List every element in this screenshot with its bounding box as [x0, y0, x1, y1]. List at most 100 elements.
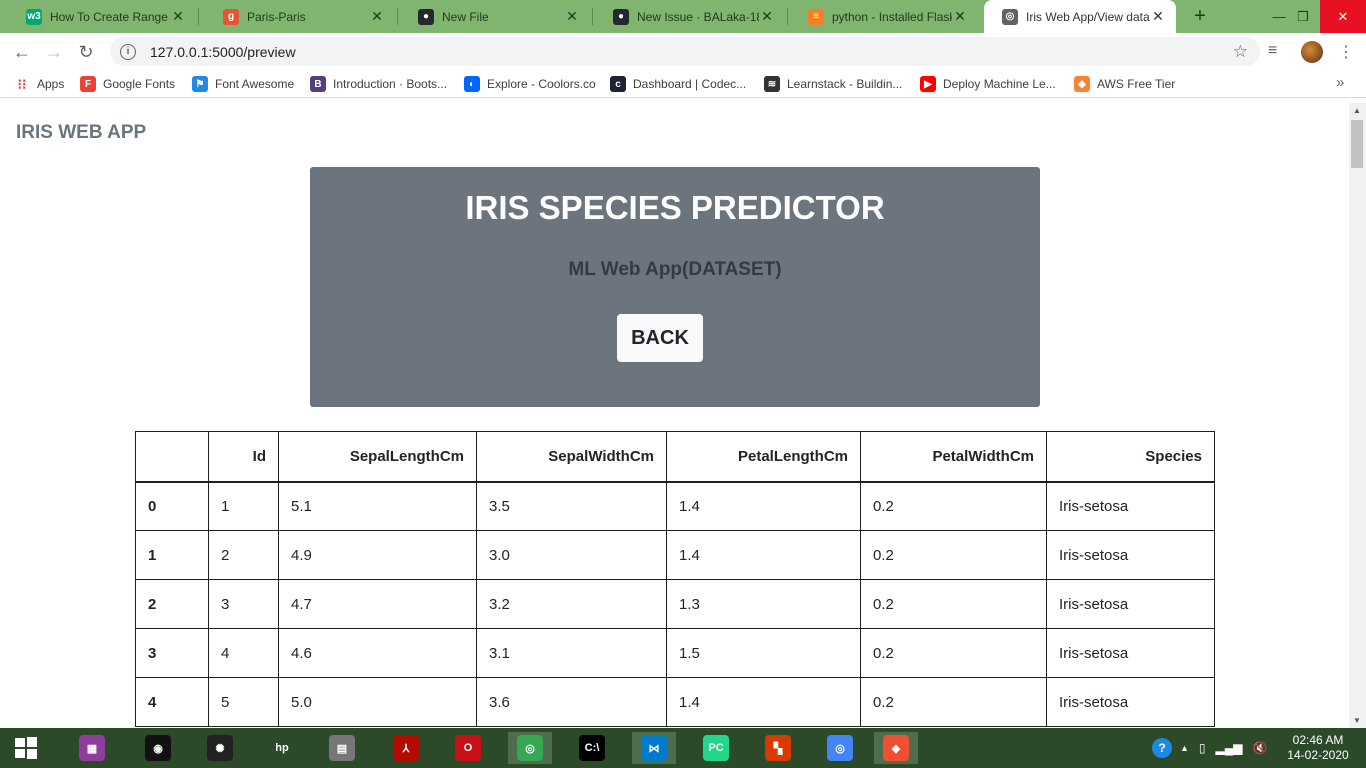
- color-wheel-icon: ✺: [207, 735, 233, 761]
- site-info-icon[interactable]: i: [120, 43, 136, 60]
- tab-close-icon[interactable]: ✕: [170, 8, 186, 25]
- browser-tab[interactable]: w3 How To Create Range Sli✕: [8, 0, 196, 33]
- command-prompt-icon: C:\: [579, 735, 605, 761]
- table-row: 3 4 4.6 3.1 1.5 0.2 Iris-setosa: [135, 628, 1215, 678]
- taskbar-app[interactable]: ⅄: [384, 732, 428, 764]
- back-button[interactable]: BACK: [617, 314, 703, 362]
- scroll-up-icon[interactable]: ▲: [1353, 106, 1361, 115]
- network-icon[interactable]: ▂▄▆: [1216, 741, 1243, 755]
- table-cell: 0.2: [860, 530, 1047, 580]
- volume-muted-icon[interactable]: 🔇: [1253, 741, 1268, 755]
- taskbar-app[interactable]: ▤: [320, 732, 364, 764]
- url-text[interactable]: 127.0.0.1:5000/preview: [150, 44, 296, 60]
- table-row: 2 3 4.7 3.2 1.3 0.2 Iris-setosa: [135, 579, 1215, 629]
- taskbar-app[interactable]: ◎: [818, 732, 862, 764]
- taskbar-app[interactable]: ◎: [508, 732, 552, 764]
- learnstack-icon: ≋: [764, 76, 780, 92]
- help-icon[interactable]: ?: [1152, 738, 1172, 758]
- tab-close-icon[interactable]: ✕: [759, 8, 775, 25]
- page-title: IRIS SPECIES PREDICTOR: [465, 189, 885, 226]
- tab-close-icon[interactable]: ✕: [952, 8, 968, 25]
- taskbar-clock[interactable]: 02:46 AM 14-02-2020: [1283, 733, 1353, 763]
- table-cell: 1: [208, 481, 279, 531]
- bootstrap-icon: B: [310, 76, 326, 92]
- tab-close-icon[interactable]: ✕: [369, 8, 385, 25]
- github-icon: ●: [613, 8, 629, 25]
- bookmark-item[interactable]: ◆ AWS Free Tier: [1074, 76, 1175, 92]
- bookmark-label: Font Awesome: [215, 77, 295, 91]
- windows-taskbar: ? ▲ ▯ ▂▄▆ 🔇 02:46 AM 14-02-2020 ▦ ◉ ✺ hp ▤ ⅄ O…: [0, 728, 1366, 768]
- taskbar-app[interactable]: ▦: [70, 732, 114, 764]
- scrollbar-thumb[interactable]: [1351, 120, 1363, 168]
- tab-close-icon[interactable]: ✕: [1150, 8, 1166, 25]
- bookmark-star-icon[interactable]: ☆: [1233, 42, 1248, 62]
- table-cell: 3.0: [476, 530, 667, 580]
- taskbar-app[interactable]: ▚: [756, 732, 800, 764]
- battery-icon[interactable]: ▯: [1199, 741, 1206, 755]
- table-cell: Iris-setosa: [1046, 481, 1215, 531]
- close-window-icon[interactable]: ✕: [1320, 0, 1366, 33]
- address-bar[interactable]: i 127.0.0.1:5000/preview ☆: [110, 37, 1260, 66]
- bookmark-item[interactable]: ▶ Deploy Machine Le...: [920, 76, 1056, 92]
- bookmark-item[interactable]: F Google Fonts: [80, 76, 175, 92]
- browser-tab[interactable]: g Paris-Paris ✕: [205, 0, 395, 33]
- taskbar-app[interactable]: ✺: [198, 732, 242, 764]
- windows-start-icon[interactable]: [2, 732, 50, 764]
- bookmark-item[interactable]: B Introduction · Boots...: [310, 76, 447, 92]
- bookmark-item[interactable]: ◐ Explore - Coolors.co: [464, 76, 596, 92]
- tab-title: python - Installed Flask: [832, 9, 952, 24]
- pycharm-icon: PC: [703, 735, 729, 761]
- taskbar-app[interactable]: ◉: [136, 732, 180, 764]
- table-cell: 3.2: [476, 579, 667, 629]
- scroll-down-icon[interactable]: ▼: [1353, 716, 1361, 725]
- table-cell: 4.9: [278, 530, 477, 580]
- profile-avatar[interactable]: [1301, 41, 1323, 63]
- bookmarks-overflow-icon[interactable]: »: [1336, 74, 1344, 91]
- browser-tab-strip: + — ❐ ✕ w3How To Create Range Sli✕gParis…: [0, 0, 1366, 33]
- browser-menu-icon[interactable]: ⋮: [1338, 42, 1354, 62]
- page-scrollbar[interactable]: ▲ ▼: [1349, 103, 1366, 728]
- hero-jumbotron: IRIS SPECIES PREDICTOR ML Web App(DATASE…: [310, 167, 1040, 407]
- media-player-icon: ◉: [145, 735, 171, 761]
- tray-expand-icon[interactable]: ▲: [1180, 743, 1189, 753]
- bookmark-item[interactable]: ≋ Learnstack - Buildin...: [764, 76, 902, 92]
- office-icon: ▚: [765, 735, 791, 761]
- stackoverflow-icon: ≡: [808, 8, 824, 25]
- media-control-icon[interactable]: ≡: [1268, 42, 1277, 60]
- table-cell: 5.0: [278, 677, 477, 727]
- row-index: 4: [135, 677, 209, 727]
- w3schools-icon: w3: [26, 8, 42, 25]
- browser-toolbar: ← → ↻ i 127.0.0.1:5000/preview ☆: [0, 33, 1366, 70]
- taskbar-app[interactable]: O: [446, 732, 490, 764]
- bookmark-label: Introduction · Boots...: [333, 77, 448, 91]
- back-arrow-icon[interactable]: ←: [8, 38, 36, 66]
- tab-close-icon[interactable]: ✕: [564, 8, 580, 25]
- tab-separator: [397, 8, 398, 25]
- page-subtitle: ML Web App(DATASET): [568, 259, 782, 280]
- browser-tab[interactable]: ● New File ✕: [400, 0, 590, 33]
- table-cell: 1.3: [666, 579, 861, 629]
- browser-tab[interactable]: ◎ Iris Web App/View datas ✕: [984, 0, 1176, 33]
- bookmark-item[interactable]: ⁝⁝ Apps: [14, 76, 65, 92]
- tab-title: New Issue · BALaka-18/I: [637, 9, 759, 24]
- row-index: 1: [135, 530, 209, 580]
- table-row: 0 1 5.1 3.5 1.4 0.2 Iris-setosa: [135, 481, 1215, 531]
- git-gui-icon: ◆: [883, 735, 909, 761]
- browser-tab[interactable]: ≡ python - Installed Flask ✕: [790, 0, 978, 33]
- bookmark-item[interactable]: c Dashboard | Codec...: [610, 76, 746, 92]
- taskbar-app[interactable]: hp: [260, 732, 304, 764]
- forward-arrow-icon[interactable]: →: [40, 38, 68, 66]
- navbar-brand[interactable]: IRIS WEB APP: [16, 122, 146, 144]
- browser-tab[interactable]: ● New Issue · BALaka-18/I ✕: [595, 0, 785, 33]
- taskbar-app[interactable]: ⋈: [632, 732, 676, 764]
- taskbar-app[interactable]: C:\: [570, 732, 614, 764]
- taskbar-app[interactable]: ◆: [874, 732, 918, 764]
- new-tab-button[interactable]: +: [1188, 4, 1212, 28]
- taskbar-app[interactable]: PC: [694, 732, 738, 764]
- github-icon: ●: [418, 8, 434, 25]
- coolors-icon: ◐: [464, 76, 480, 92]
- table-cell: 3: [208, 579, 279, 629]
- reload-icon[interactable]: ↻: [72, 38, 100, 66]
- tab-title: Iris Web App/View datas: [1026, 9, 1150, 24]
- bookmark-item[interactable]: ⚑ Font Awesome: [192, 76, 294, 92]
